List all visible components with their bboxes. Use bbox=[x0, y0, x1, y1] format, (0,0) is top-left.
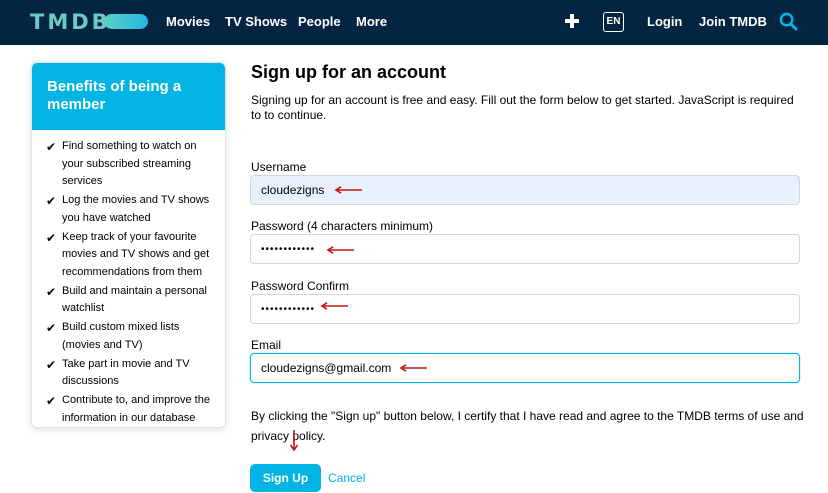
benefits-list: ✔ Find something to watch on your subscri… bbox=[32, 130, 225, 427]
checkmark-icon: ✔ bbox=[46, 321, 57, 335]
benefit-item: ✔ Take part in movie and TV discussions bbox=[46, 357, 190, 388]
email-label: Email bbox=[251, 338, 282, 352]
login-link[interactable]: Login bbox=[647, 14, 682, 29]
tmdb-logo-text[interactable]: TMDB bbox=[30, 10, 111, 34]
top-navbar: TMDB Movies TV Shows People More EN Logi… bbox=[0, 0, 828, 45]
checkmark-icon: ✔ bbox=[46, 140, 57, 154]
password-label: Password (4 characters minimum) bbox=[251, 219, 434, 233]
plus-icon[interactable] bbox=[564, 13, 580, 29]
annotation-down-arrow-icon bbox=[289, 430, 299, 451]
sign-up-button[interactable]: Sign Up bbox=[250, 464, 321, 492]
language-selector[interactable]: EN bbox=[603, 12, 624, 32]
checkmark-icon: ✔ bbox=[46, 230, 57, 245]
benefit-item: ✔ Contribute to, and improve the informat… bbox=[46, 394, 210, 424]
annotation-arrow-icon bbox=[399, 364, 427, 372]
benefit-item: ✔ Log the movies and TV shows you have wa… bbox=[46, 194, 210, 224]
benefit-item: ✔ Find something to watch on your subscri… bbox=[46, 140, 197, 187]
page-title: Sign up for an account bbox=[251, 62, 447, 82]
search-icon[interactable] bbox=[779, 12, 798, 31]
annotation-arrow-icon bbox=[326, 246, 354, 254]
annotation-arrow-icon bbox=[320, 302, 348, 310]
checkmark-icon: ✔ bbox=[46, 284, 57, 299]
tmdb-logo-pill[interactable] bbox=[104, 14, 148, 29]
cancel-link[interactable]: Cancel bbox=[328, 471, 365, 485]
nav-tv-shows-link[interactable]: TV Shows bbox=[225, 14, 287, 29]
username-label: Username bbox=[251, 160, 307, 174]
benefits-title: Benefits of being a member bbox=[32, 63, 225, 130]
benefit-item: ✔ Build and maintain a personal watchlist bbox=[46, 284, 207, 315]
nav-more-link[interactable]: More bbox=[356, 14, 387, 29]
signup-intro-text: Signing up for an account is free and ea… bbox=[251, 93, 794, 122]
password-confirm-label: Password Confirm bbox=[251, 279, 350, 293]
benefit-item: ✔ Build custom mixed lists (movies and TV… bbox=[46, 321, 180, 351]
checkmark-icon: ✔ bbox=[46, 394, 57, 408]
nav-people-link[interactable]: People bbox=[298, 14, 341, 29]
annotation-arrow-icon bbox=[334, 186, 362, 194]
benefit-item: ✔ Keep track of your favourite movies and… bbox=[46, 230, 210, 278]
checkmark-icon: ✔ bbox=[46, 194, 57, 208]
benefits-card: Benefits of being a member ✔ Find somethi… bbox=[31, 62, 226, 428]
checkmark-icon: ✔ bbox=[46, 357, 57, 372]
email-input[interactable] bbox=[250, 353, 800, 383]
terms-text: By clicking the "Sign up" button below, … bbox=[251, 409, 804, 443]
username-input[interactable] bbox=[250, 175, 800, 205]
join-tmdb-link[interactable]: Join TMDB bbox=[699, 14, 767, 29]
nav-movies-link[interactable]: Movies bbox=[166, 14, 210, 29]
